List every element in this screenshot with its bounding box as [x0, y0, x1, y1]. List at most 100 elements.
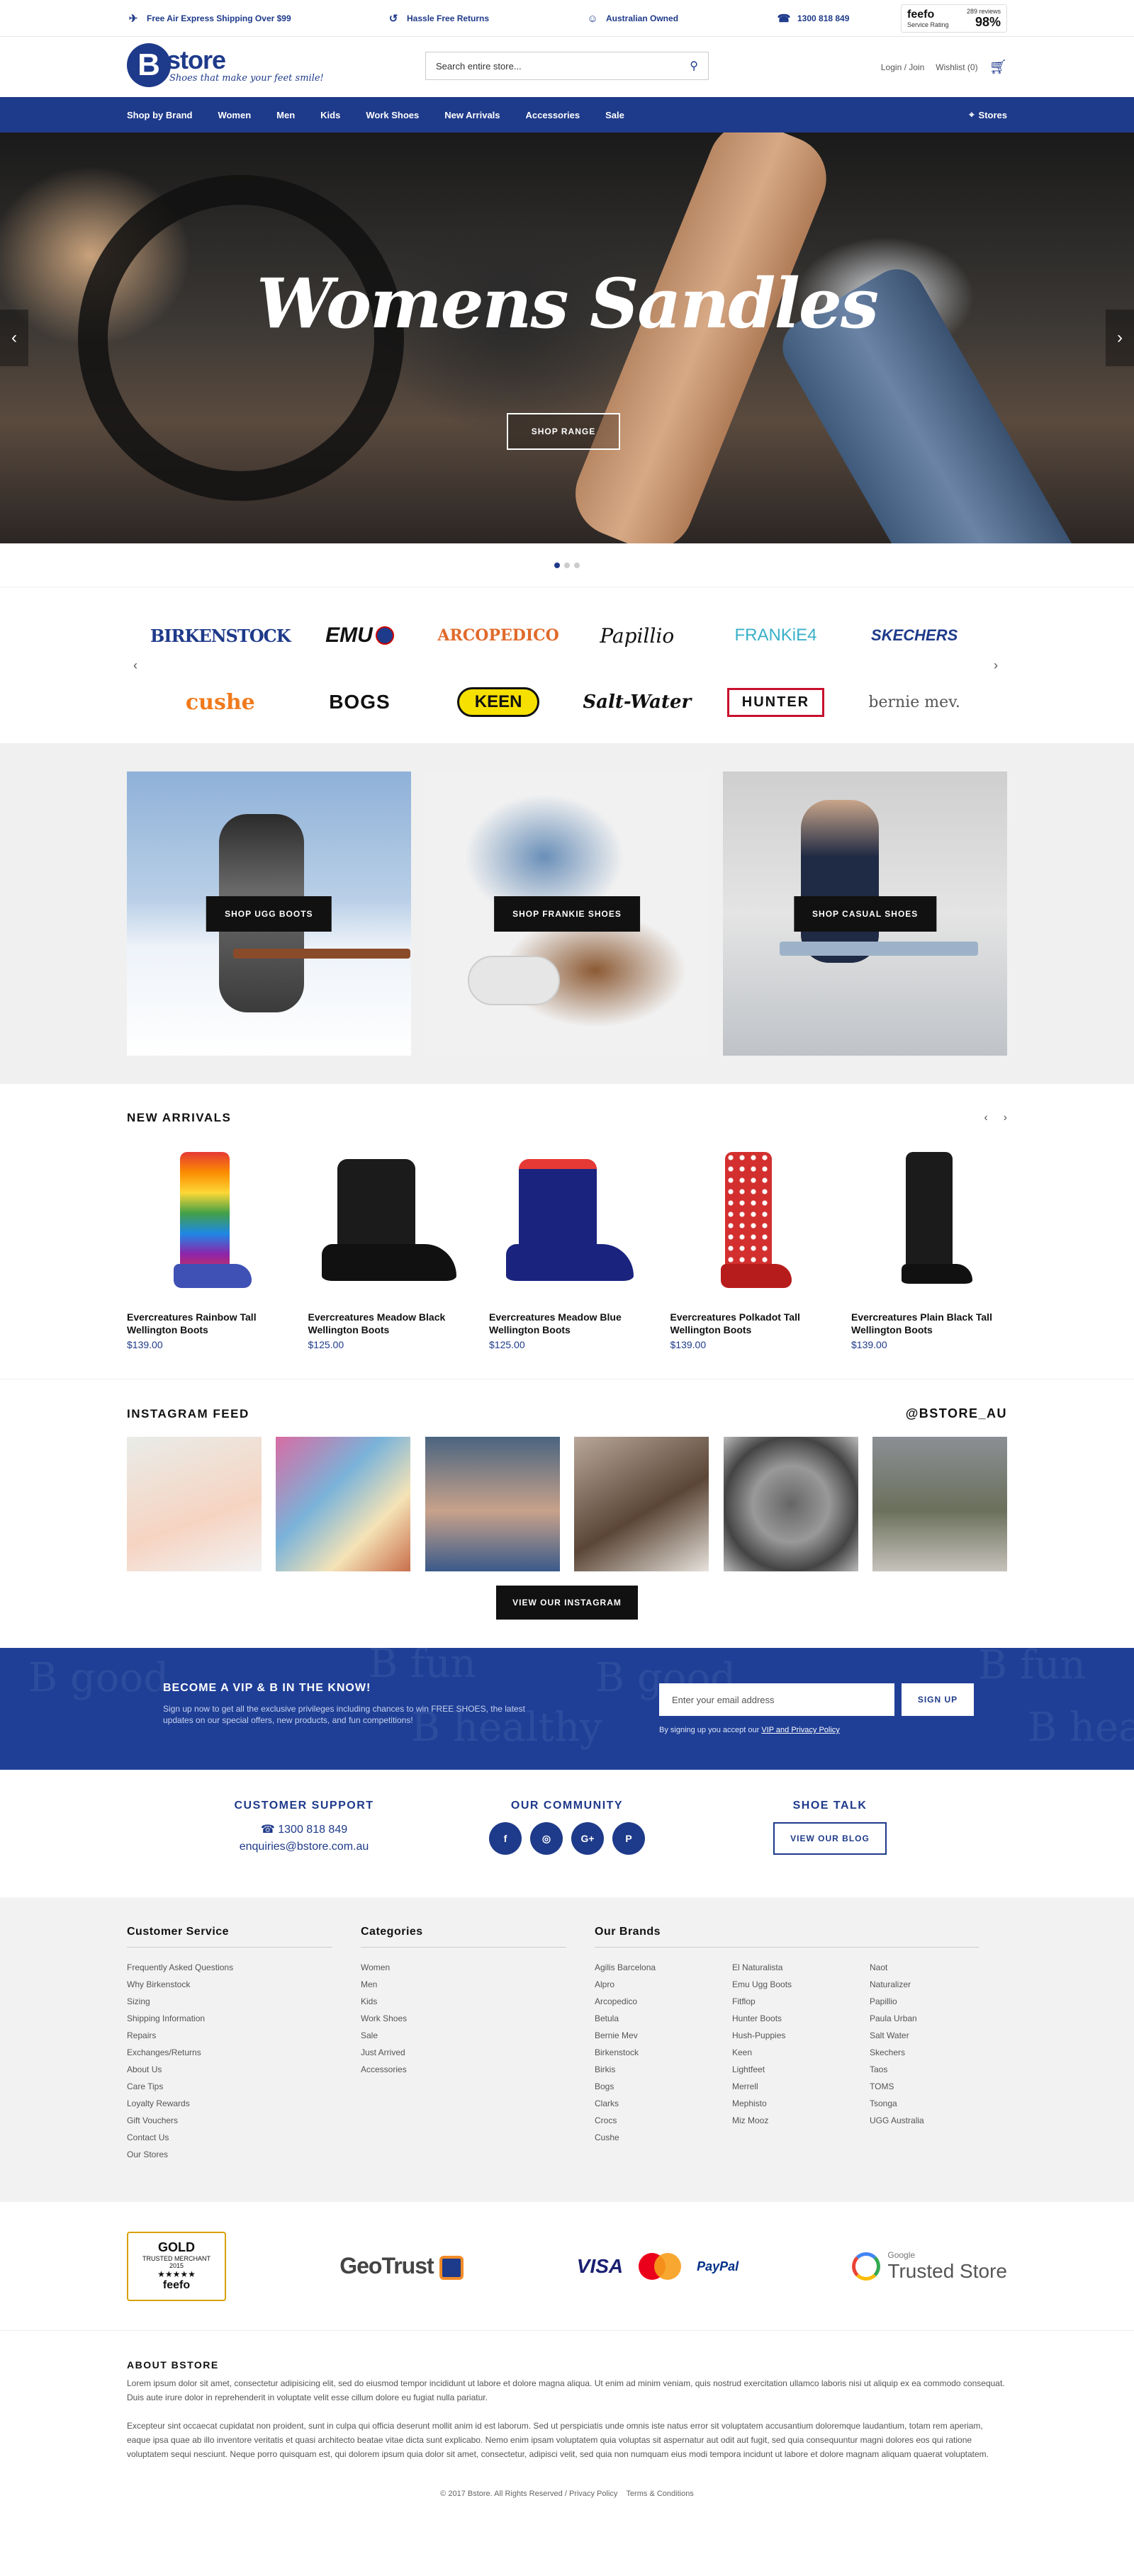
- footer-link[interactable]: Lightfeet: [732, 2061, 870, 2078]
- nav-men[interactable]: Men: [276, 110, 295, 120]
- brand-logo-hunter[interactable]: HUNTER: [707, 682, 846, 722]
- instagram-photo[interactable]: [276, 1437, 411, 1571]
- geotrust-logo[interactable]: GeoTrust: [339, 2253, 464, 2280]
- sign-up-button[interactable]: SIGN UP: [902, 1683, 974, 1716]
- tile-ugg-boots[interactable]: SHOP UGG BOOTS: [127, 772, 411, 1056]
- wishlist-link[interactable]: Wishlist (0): [936, 62, 977, 72]
- support-email[interactable]: enquiries@bstore.com.au: [226, 1841, 382, 1853]
- footer-link[interactable]: Cushe: [595, 2129, 732, 2146]
- pinterest-icon[interactable]: P: [612, 1822, 645, 1855]
- product-name[interactable]: Evercreatures Meadow Blue Wellington Boo…: [489, 1311, 645, 1336]
- footer-link[interactable]: Tsonga: [870, 2095, 1007, 2112]
- footer-link[interactable]: Betula: [595, 2010, 732, 2027]
- shop-ugg-boots-button[interactable]: SHOP UGG BOOTS: [206, 896, 332, 932]
- footer-link[interactable]: Loyalty Rewards: [127, 2095, 361, 2112]
- product-card[interactable]: Evercreatures Meadow Black Wellington Bo…: [308, 1145, 464, 1350]
- product-image[interactable]: [670, 1145, 826, 1301]
- footer-link[interactable]: Men: [361, 1976, 595, 1993]
- product-name[interactable]: Evercreatures Plain Black Tall Wellingto…: [851, 1311, 1007, 1336]
- instagram-handle[interactable]: @BSTORE_AU: [906, 1406, 1007, 1421]
- view-instagram-button[interactable]: VIEW OUR INSTAGRAM: [496, 1586, 638, 1620]
- bstore-logo[interactable]: B store Shoes that make your feet smile!: [127, 43, 324, 87]
- shop-range-button[interactable]: SHOP RANGE: [507, 413, 620, 450]
- nav-new-arrivals[interactable]: New Arrivals: [444, 110, 500, 120]
- view-blog-button[interactable]: VIEW OUR BLOG: [773, 1822, 887, 1855]
- instagram-photo[interactable]: [127, 1437, 262, 1571]
- footer-link[interactable]: Emu Ugg Boots: [732, 1976, 870, 1993]
- product-card[interactable]: Evercreatures Rainbow Tall Wellington Bo…: [127, 1145, 283, 1350]
- product-image[interactable]: [127, 1145, 283, 1301]
- footer-link[interactable]: Birkis: [595, 2061, 732, 2078]
- australian-owned-notice[interactable]: ☺ Australian Owned: [586, 12, 678, 25]
- product-name[interactable]: Evercreatures Polkadot Tall Wellington B…: [670, 1311, 826, 1336]
- footer-link[interactable]: Exchanges/Returns: [127, 2044, 361, 2061]
- google-trusted-store-badge[interactable]: Google Trusted Store: [852, 2250, 1007, 2283]
- arrivals-next-arrow-icon[interactable]: ›: [1004, 1112, 1007, 1124]
- product-name[interactable]: Evercreatures Rainbow Tall Wellington Bo…: [127, 1311, 283, 1336]
- instagram-photo[interactable]: [872, 1437, 1007, 1571]
- instagram-icon[interactable]: ◎: [530, 1822, 563, 1855]
- support-phone[interactable]: ☎ 1300 818 849: [226, 1822, 382, 1836]
- footer-link[interactable]: Hush-Puppies: [732, 2027, 870, 2044]
- brand-logo-frankie4[interactable]: FRANKiE4: [707, 616, 846, 655]
- instagram-photo[interactable]: [425, 1437, 560, 1571]
- brand-logo-bogs[interactable]: BOGS: [291, 682, 430, 722]
- footer-link[interactable]: El Naturalista: [732, 1959, 870, 1976]
- product-image[interactable]: [489, 1145, 645, 1301]
- footer-link[interactable]: Birkenstock: [595, 2044, 732, 2061]
- hero-next-arrow-icon[interactable]: ›: [1106, 310, 1134, 366]
- hero-prev-arrow-icon[interactable]: ‹: [0, 310, 28, 366]
- brand-logo-skechers[interactable]: SKECHERS: [845, 616, 984, 655]
- email-field[interactable]: Enter your email address: [659, 1683, 894, 1716]
- instagram-photo[interactable]: [723, 1437, 858, 1571]
- footer-link[interactable]: Just Arrived: [361, 2044, 595, 2061]
- brand-logo-bernie-mev[interactable]: bernie mev.: [845, 682, 984, 722]
- footer-link[interactable]: About Us: [127, 2061, 361, 2078]
- tile-casual-shoes[interactable]: SHOP CASUAL SHOES: [723, 772, 1008, 1056]
- shop-casual-shoes-button[interactable]: SHOP CASUAL SHOES: [794, 896, 937, 932]
- footer-link[interactable]: Skechers: [870, 2044, 1007, 2061]
- footer-link[interactable]: Repairs: [127, 2027, 361, 2044]
- footer-link[interactable]: Care Tips: [127, 2078, 361, 2095]
- footer-link[interactable]: Keen: [732, 2044, 870, 2061]
- privacy-policy-link[interactable]: Privacy Policy: [569, 2490, 617, 2498]
- google-plus-icon[interactable]: G+: [571, 1822, 604, 1855]
- hero-dot-1[interactable]: [554, 562, 560, 568]
- footer-link[interactable]: Mephisto: [732, 2095, 870, 2112]
- arrivals-prev-arrow-icon[interactable]: ‹: [984, 1112, 987, 1124]
- footer-link[interactable]: Shipping Information: [127, 2010, 361, 2027]
- facebook-icon[interactable]: f: [489, 1822, 522, 1855]
- footer-link[interactable]: Clarks: [595, 2095, 732, 2112]
- tile-frankie-shoes[interactable]: SHOP FRANKIE SHOES: [425, 772, 709, 1056]
- product-card[interactable]: Evercreatures Meadow Blue Wellington Boo…: [489, 1145, 645, 1350]
- nav-work-shoes[interactable]: Work Shoes: [366, 110, 419, 120]
- brand-logo-cushe[interactable]: cushe: [150, 682, 291, 722]
- footer-link[interactable]: Salt Water: [870, 2027, 1007, 2044]
- nav-shop-by-brand[interactable]: Shop by Brand: [127, 110, 192, 120]
- brand-logo-papillio[interactable]: Papillio: [568, 616, 707, 655]
- product-image[interactable]: [308, 1145, 464, 1301]
- footer-link[interactable]: Arcopedico: [595, 1993, 732, 2010]
- footer-link[interactable]: Women: [361, 1959, 595, 1976]
- cart-icon[interactable]: 🛒︎: [989, 58, 1007, 76]
- instagram-photo[interactable]: [574, 1437, 709, 1571]
- footer-link[interactable]: Kids: [361, 1993, 595, 2010]
- footer-link[interactable]: Alpro: [595, 1976, 732, 1993]
- footer-link[interactable]: Fitflop: [732, 1993, 870, 2010]
- search-icon[interactable]: ⚲: [690, 59, 698, 73]
- footer-link[interactable]: Gift Vouchers: [127, 2112, 361, 2129]
- hero-dot-2[interactable]: [564, 562, 570, 568]
- shop-frankie-shoes-button[interactable]: SHOP FRANKIE SHOES: [494, 896, 640, 932]
- footer-link[interactable]: Sizing: [127, 1993, 361, 2010]
- footer-link[interactable]: UGG Australia: [870, 2112, 1007, 2129]
- search-input[interactable]: Search entire store... ⚲: [425, 52, 709, 80]
- phone-notice[interactable]: ☎ 1300 818 849: [777, 12, 850, 25]
- footer-link[interactable]: Papillio: [870, 1993, 1007, 2010]
- hero-dot-3[interactable]: [574, 562, 580, 568]
- brand-logo-salt-water[interactable]: Salt-Water: [568, 682, 707, 722]
- brand-logo-emu[interactable]: EMU: [291, 616, 430, 655]
- product-card[interactable]: Evercreatures Plain Black Tall Wellingto…: [851, 1145, 1007, 1350]
- footer-link[interactable]: Miz Mooz: [732, 2112, 870, 2129]
- brands-prev-arrow-icon[interactable]: ‹: [133, 658, 137, 673]
- product-card[interactable]: Evercreatures Polkadot Tall Wellington B…: [670, 1145, 826, 1350]
